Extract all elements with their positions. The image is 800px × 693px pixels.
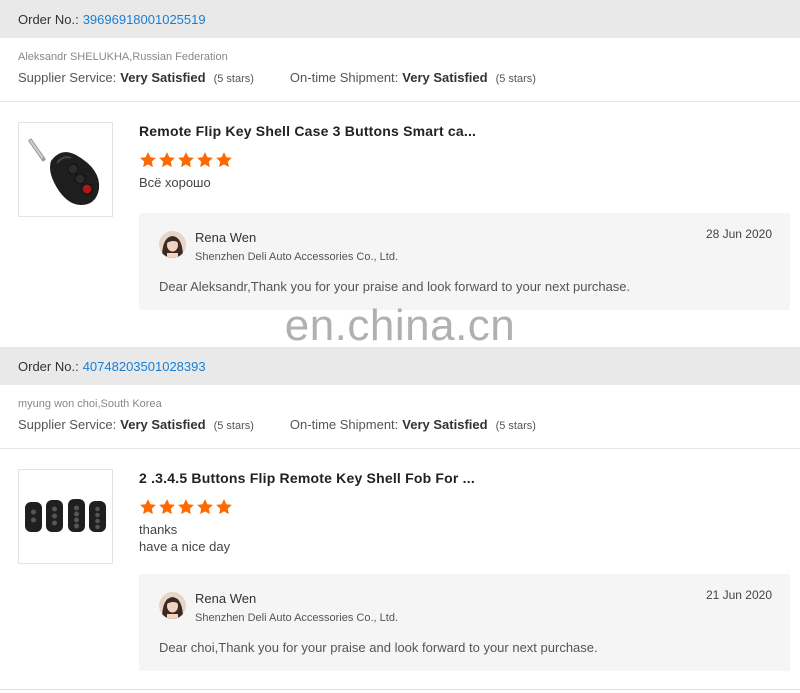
star-icon [159, 152, 175, 168]
shipment-stars: (5 stars) [495, 420, 536, 432]
star-icon [216, 152, 232, 168]
shipment-label: On-time Shipment: [289, 417, 399, 432]
supplier-reply: Rena Wen Shenzhen Deli Auto Accessories … [139, 213, 790, 310]
order-card: Order No.: 40748203501028393 myung won c… [0, 347, 800, 671]
reply-company: Shenzhen Deli Auto Accessories Co., Ltd. [195, 612, 399, 624]
order-header: Order No.: 39696918001025519 [0, 0, 800, 38]
service-ratings: Supplier Service: Very Satisfied (5 star… [18, 417, 782, 432]
reply-text: Dear Aleksandr,Thank you for your praise… [159, 279, 631, 294]
shipment-label: On-time Shipment: [289, 70, 399, 85]
order-card: Order No.: 39696918001025519 Aleksandr S… [0, 0, 800, 310]
star-icon [178, 499, 194, 515]
product-title-link[interactable]: Remote Flip Key Shell Case 3 Buttons Sma… [139, 122, 800, 140]
reply-company: Shenzhen Deli Auto Accessories Co., Ltd. [195, 251, 399, 263]
supplier-service-value: Very Satisfied [120, 417, 206, 432]
order-label: Order No.: [18, 11, 79, 27]
review-text: thanks have a nice day [139, 521, 800, 555]
star-icon [197, 152, 213, 168]
star-icon [216, 499, 232, 515]
car-key-image [27, 138, 99, 205]
star-icon [140, 152, 156, 168]
star-icon [178, 152, 194, 168]
shipment-value: Very Satisfied [402, 417, 488, 432]
review-item: Remote Flip Key Shell Case 3 Buttons Sma… [0, 102, 800, 310]
star-icon [159, 499, 175, 515]
reply-text: Dear choi,Thank you for your praise and … [159, 640, 598, 655]
order-number-link[interactable]: 40748203501028393 [83, 359, 206, 374]
product-thumbnail[interactable] [18, 122, 113, 217]
rating-stars [139, 151, 800, 171]
supplier-service-label: Supplier Service: [18, 417, 117, 432]
supplier-service-stars: (5 stars) [213, 420, 254, 432]
rating-stars [139, 498, 800, 518]
supplier-reply: Rena Wen Shenzhen Deli Auto Accessories … [139, 574, 790, 671]
shipment-stars: (5 stars) [495, 73, 536, 85]
order-label: Order No.: [18, 358, 79, 374]
star-icon [140, 499, 156, 515]
supplier-service-value: Very Satisfied [120, 70, 206, 85]
service-ratings: Supplier Service: Very Satisfied (5 star… [18, 70, 782, 85]
avatar [159, 592, 186, 619]
buyer-info: Aleksandr SHELUKHA,Russian Federation Su… [0, 38, 800, 102]
buyer-name: Aleksandr SHELUKHA,Russian Federation [18, 51, 228, 63]
buyer-name: myung won choi,South Korea [18, 398, 162, 410]
review-line: Всё хорошо [139, 175, 211, 190]
shipment-value: Very Satisfied [402, 70, 488, 85]
order-header: Order No.: 40748203501028393 [0, 347, 800, 385]
reply-author: Rena Wen [195, 591, 257, 606]
review-text: Всё хорошо [139, 174, 800, 191]
product-title-link[interactable]: 2 .3.4.5 Buttons Flip Remote Key Shell F… [139, 469, 800, 487]
star-icon [197, 499, 213, 515]
buyer-info: myung won choi,South Korea Supplier Serv… [0, 385, 800, 449]
divider [0, 689, 800, 690]
reply-date: 28 Jun 2020 [705, 227, 772, 241]
supplier-service-stars: (5 stars) [213, 73, 254, 85]
supplier-service-label: Supplier Service: [18, 70, 117, 85]
order-number-link[interactable]: 39696918001025519 [83, 12, 206, 27]
product-thumbnail[interactable] [18, 469, 113, 564]
review-line: thanks [139, 522, 178, 537]
avatar [159, 231, 186, 258]
car-key-image [24, 498, 106, 532]
review-line: have a nice day [139, 539, 231, 554]
reply-author: Rena Wen [195, 230, 257, 245]
reply-date: 21 Jun 2020 [705, 588, 772, 602]
review-item: 2 .3.4.5 Buttons Flip Remote Key Shell F… [0, 449, 800, 671]
